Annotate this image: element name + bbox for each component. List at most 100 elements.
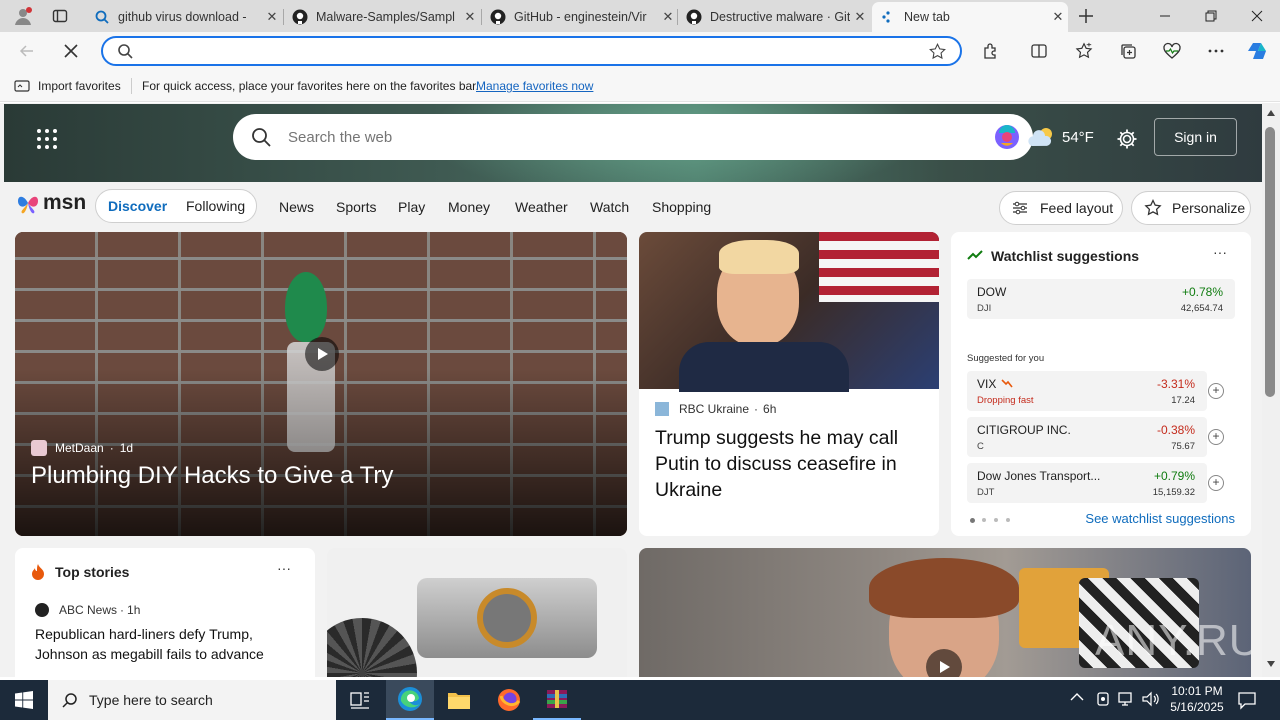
sign-in-button[interactable]: Sign in xyxy=(1154,118,1237,156)
story-attribution: RBC Ukraine · 6h xyxy=(655,402,776,416)
add-to-watchlist-button[interactable]: + xyxy=(1208,429,1224,445)
see-watchlist-suggestions-link[interactable]: See watchlist suggestions xyxy=(1085,511,1235,526)
top-stories-more-button[interactable]: ··· xyxy=(277,560,291,576)
manage-favorites-link[interactable]: Manage favorites now xyxy=(476,79,593,93)
tray-chevron-button[interactable] xyxy=(1070,692,1084,702)
video-story-card[interactable]: ANY.RUN xyxy=(639,548,1251,677)
action-center-button[interactable] xyxy=(1237,690,1257,710)
feed-layout-label: Feed layout xyxy=(1040,200,1114,216)
web-search-box[interactable] xyxy=(233,114,1033,160)
tray-volume-icon[interactable] xyxy=(1142,691,1160,707)
copilot-button[interactable] xyxy=(1243,36,1273,66)
performance-button[interactable] xyxy=(1157,36,1187,66)
taskbar-edge-button[interactable] xyxy=(386,680,434,720)
tab-github-virus-search[interactable]: github virus download - ✕ xyxy=(86,2,282,32)
import-favorites-button[interactable]: Import favorites xyxy=(14,78,121,94)
hero-story-title[interactable]: Plumbing DIY Hacks to Give a Try xyxy=(31,462,611,490)
device-icon xyxy=(1097,692,1109,706)
watchlist-row-djt[interactable]: Dow Jones Transport... DJT +0.79% 15,159… xyxy=(967,463,1207,503)
collections-button[interactable] xyxy=(1113,36,1143,66)
task-view-button[interactable] xyxy=(336,680,384,720)
back-button[interactable] xyxy=(12,36,42,66)
scroll-down-arrow-icon[interactable] xyxy=(1267,661,1275,667)
weather-temperature: 54°F xyxy=(1062,128,1094,146)
add-to-watchlist-button[interactable]: + xyxy=(1208,383,1224,399)
tab-malware-samples[interactable]: Malware-Samples/Sampl ✕ xyxy=(284,2,480,32)
new-tab-button[interactable] xyxy=(1071,1,1101,31)
extensions-button[interactable] xyxy=(976,36,1006,66)
watchlist-row-vix[interactable]: VIX Dropping fast -3.31% 17.24 xyxy=(967,371,1207,411)
stop-loading-button[interactable] xyxy=(56,36,86,66)
address-bar[interactable] xyxy=(101,36,962,66)
tab-destructive-malware[interactable]: Destructive malware · Git ✕ xyxy=(678,2,870,32)
page-scrollbar[interactable] xyxy=(1262,103,1280,677)
carousel-dots[interactable] xyxy=(970,518,1010,523)
page-settings-button[interactable] xyxy=(1116,128,1138,150)
personalize-button[interactable]: Personalize xyxy=(1131,191,1251,225)
close-icon[interactable]: ✕ xyxy=(1048,9,1068,25)
profile-avatar[interactable] xyxy=(6,1,40,31)
chassis-story-card[interactable] xyxy=(327,548,627,677)
feed-layout-button[interactable]: Feed layout xyxy=(999,191,1123,225)
add-to-watchlist-button[interactable]: + xyxy=(1208,475,1224,491)
close-window-button[interactable] xyxy=(1234,0,1280,32)
copilot-search-icon[interactable] xyxy=(993,123,1021,151)
nav-shopping[interactable]: Shopping xyxy=(652,199,711,215)
hero-story-card[interactable]: MetDaan · 1d Plumbing DIY Hacks to Give … xyxy=(15,232,627,536)
play-video-button[interactable] xyxy=(305,337,339,371)
favorites-button[interactable] xyxy=(1069,36,1099,66)
weather-widget[interactable]: 54°F xyxy=(1028,126,1094,148)
address-input[interactable] xyxy=(145,43,925,59)
play-icon xyxy=(940,661,950,673)
nav-play[interactable]: Play xyxy=(398,199,425,215)
tray-network-icon[interactable] xyxy=(1118,691,1136,707)
nav-news[interactable]: News xyxy=(279,199,314,215)
close-icon xyxy=(1251,10,1263,22)
scroll-up-arrow-icon[interactable] xyxy=(1267,110,1275,116)
tab-following[interactable]: Following xyxy=(186,198,245,214)
apps-launcher-button[interactable] xyxy=(36,128,58,150)
ticker-price: 42,654.74 xyxy=(1180,303,1223,314)
tray-device-icon[interactable] xyxy=(1096,691,1110,707)
msn-logo[interactable]: msn xyxy=(16,191,86,215)
taskbar-file-explorer-button[interactable] xyxy=(435,680,483,720)
watchlist-row-dow[interactable]: DOW DJI +0.78% 42,654.74 xyxy=(967,279,1235,319)
scrollbar-thumb[interactable] xyxy=(1265,127,1275,397)
taskbar-clock[interactable]: 10:01 PM 5/16/2025 xyxy=(1166,683,1228,715)
star-icon[interactable] xyxy=(929,43,946,60)
nav-weather[interactable]: Weather xyxy=(515,199,568,215)
minimize-button[interactable] xyxy=(1142,0,1188,32)
tab-title: Destructive malware · Git xyxy=(710,10,850,24)
restore-button[interactable] xyxy=(1188,0,1234,32)
nav-sports[interactable]: Sports xyxy=(336,199,376,215)
tab-enginestein[interactable]: GitHub - enginestein/Vir ✕ xyxy=(482,2,678,32)
split-screen-button[interactable] xyxy=(1024,36,1054,66)
nav-watch[interactable]: Watch xyxy=(590,199,629,215)
watchlist-row-citigroup[interactable]: CITIGROUP INC. C -0.38% 75.67 xyxy=(967,417,1207,457)
top-story-headline[interactable]: Republican hard-liners defy Trump, Johns… xyxy=(35,624,295,664)
tab-discover[interactable]: Discover xyxy=(108,198,167,214)
favorites-bar-message: For quick access, place your favorites h… xyxy=(142,79,479,93)
web-search-input[interactable] xyxy=(288,127,928,147)
publisher-logo xyxy=(655,402,669,416)
ticker-change: -0.38% xyxy=(1156,423,1195,437)
play-video-button[interactable] xyxy=(926,649,962,677)
nav-money[interactable]: Money xyxy=(448,199,490,215)
taskbar-winrar-button[interactable] xyxy=(533,680,581,720)
msn-butterfly-icon xyxy=(18,196,38,214)
story-title[interactable]: Trump suggests he may call Putin to disc… xyxy=(655,425,925,503)
close-icon[interactable]: ✕ xyxy=(460,9,480,25)
start-button[interactable] xyxy=(0,680,48,720)
tab-actions-button[interactable] xyxy=(45,1,75,31)
taskbar-firefox-button[interactable] xyxy=(485,680,533,720)
close-icon[interactable]: ✕ xyxy=(658,9,678,25)
story-age: 6h xyxy=(763,402,777,416)
close-icon[interactable]: ✕ xyxy=(262,9,282,25)
watchlist-more-button[interactable]: ··· xyxy=(1213,244,1227,260)
tab-new-tab[interactable]: New tab ✕ xyxy=(872,2,1068,32)
settings-more-button[interactable] xyxy=(1201,36,1231,66)
profile-icon xyxy=(15,7,32,25)
taskbar-search-box[interactable]: Type here to search xyxy=(48,680,336,720)
news-story-card[interactable]: RBC Ukraine · 6h Trump suggests he may c… xyxy=(639,232,939,536)
close-icon[interactable]: ✕ xyxy=(850,9,870,25)
